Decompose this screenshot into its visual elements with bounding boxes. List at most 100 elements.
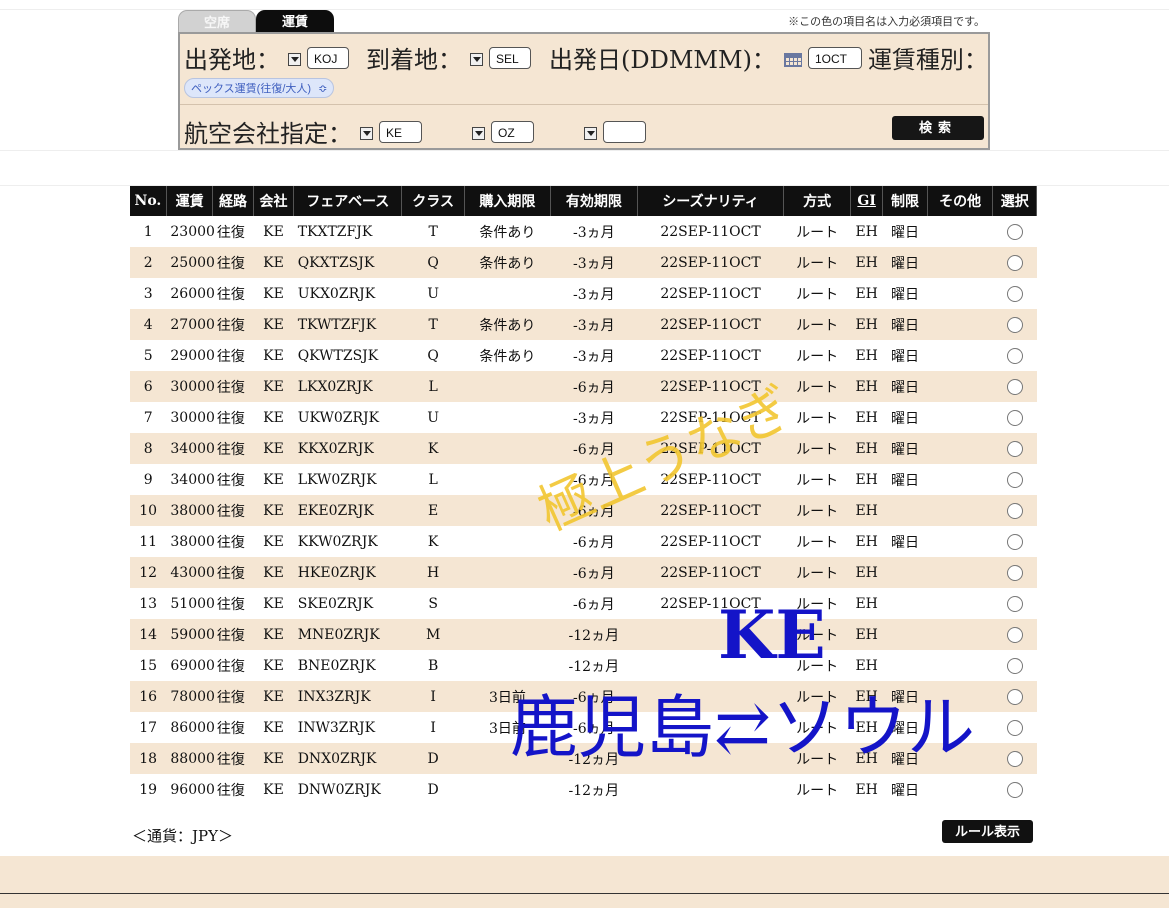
- cell-gi: EH: [850, 216, 883, 247]
- cell-carrier: KE: [253, 340, 294, 371]
- select-radio[interactable]: [1006, 471, 1023, 488]
- cell-route: 往復: [212, 743, 254, 774]
- cell-other: [927, 309, 993, 340]
- header-no: No.: [130, 186, 167, 216]
- select-radio[interactable]: [1006, 719, 1023, 736]
- dest-dropdown-icon[interactable]: [470, 53, 483, 66]
- cell-fare-basis: INW3ZRJK: [293, 712, 402, 743]
- cell-fare-basis: DNX0ZRJK: [293, 743, 402, 774]
- cell-fare-basis: MNE0ZRJK: [293, 619, 402, 650]
- airline1-dropdown-icon[interactable]: [360, 127, 373, 140]
- cell-restriction: 曜日: [882, 340, 928, 371]
- cell-no: 3: [130, 278, 167, 309]
- cell-validity: -3ヵ月: [550, 309, 638, 340]
- cell-purchase-deadline: [464, 402, 551, 433]
- cell-restriction: 曜日: [882, 526, 928, 557]
- cell-other: [927, 247, 993, 278]
- select-radio[interactable]: [1006, 378, 1023, 395]
- cell-fare: 38000: [166, 495, 215, 526]
- cell-carrier: KE: [253, 712, 294, 743]
- select-radio[interactable]: [1006, 502, 1023, 519]
- cell-gi: EH: [850, 433, 883, 464]
- table-row: 6 30000 往復 KE LKX0ZRJK L -6ヵ月 22SEP-11OCT ルート EH 曜…: [130, 371, 1037, 402]
- date-label: 出発日(DDMMM)：: [549, 46, 776, 74]
- cell-select: [992, 495, 1037, 526]
- cell-class: B: [401, 650, 465, 681]
- fare-type-select[interactable]: ペックス運賃(往復/大人) ≎: [184, 78, 335, 98]
- cell-carrier: KE: [253, 371, 294, 402]
- cell-other: [927, 278, 993, 309]
- header-fare-basis: フェアベース: [293, 186, 403, 216]
- airline1-input[interactable]: KE: [379, 120, 422, 143]
- date-input[interactable]: 1OCT: [807, 46, 862, 69]
- cell-other: [927, 619, 993, 650]
- cell-other: [927, 464, 993, 495]
- origin-input[interactable]: KOJ: [307, 46, 349, 69]
- select-radio[interactable]: [1006, 347, 1023, 364]
- cell-select: [992, 247, 1037, 278]
- table-row: 3 26000 往復 KE UKX0ZRJK U -3ヵ月 22SEP-11OCT ルート EH 曜…: [130, 278, 1037, 309]
- cell-method: ルート: [783, 340, 851, 371]
- dest-input[interactable]: SEL: [489, 46, 531, 69]
- table-row: 2 25000 往復 KE QKXTZSJK Q 条件あり -3ヵ月 22SEP-11OCT ルー…: [130, 247, 1037, 278]
- cell-gi: EH: [850, 588, 883, 619]
- cell-validity: -3ヵ月: [550, 340, 638, 371]
- select-radio[interactable]: [1006, 750, 1023, 767]
- select-radio[interactable]: [1006, 564, 1023, 581]
- cell-route: 往復: [212, 340, 254, 371]
- select-radio[interactable]: [1006, 254, 1023, 271]
- header-carrier: 会社: [253, 186, 295, 216]
- footer-band: [0, 856, 1169, 908]
- airline2-dropdown-icon[interactable]: [472, 127, 485, 140]
- search-panel: 出発地： KOJ 到着地： SEL 出発日(DDMMM)： 1OCT 運賃種別：…: [178, 32, 990, 150]
- tab-fares[interactable]: 運賃: [256, 10, 334, 33]
- select-radio[interactable]: [1006, 626, 1023, 643]
- select-radio[interactable]: [1006, 781, 1023, 798]
- cell-select: [992, 619, 1037, 650]
- select-radio[interactable]: [1006, 316, 1023, 333]
- cell-carrier: KE: [253, 309, 294, 340]
- cell-method: ルート: [783, 557, 851, 588]
- airline3-input[interactable]: [603, 120, 646, 143]
- cell-carrier: KE: [253, 774, 294, 805]
- cell-carrier: KE: [253, 278, 294, 309]
- cell-purchase-deadline: [464, 278, 551, 309]
- cell-fare-basis: HKE0ZRJK: [293, 557, 402, 588]
- rule-display-button[interactable]: ルール表示: [942, 820, 1033, 843]
- cell-route: 往復: [212, 278, 254, 309]
- search-button[interactable]: 検索: [892, 116, 984, 140]
- airline2-input[interactable]: OZ: [491, 120, 534, 143]
- cell-fare: 34000: [166, 464, 215, 495]
- select-radio[interactable]: [1006, 223, 1023, 240]
- select-radio[interactable]: [1006, 440, 1023, 457]
- cell-no: 7: [130, 402, 167, 433]
- cell-restriction: 曜日: [882, 402, 928, 433]
- header-other: その他: [927, 186, 994, 216]
- airline3-dropdown-icon[interactable]: [584, 127, 597, 140]
- cell-select: [992, 216, 1037, 247]
- origin-dropdown-icon[interactable]: [288, 53, 301, 66]
- cell-class: S: [401, 588, 465, 619]
- cell-seasonality: 22SEP-11OCT: [637, 247, 784, 278]
- header-gi[interactable]: GI: [850, 186, 884, 216]
- select-radio[interactable]: [1006, 285, 1023, 302]
- cell-method: ルート: [783, 495, 851, 526]
- cell-select: [992, 340, 1037, 371]
- select-radio[interactable]: [1006, 409, 1023, 426]
- select-radio[interactable]: [1006, 688, 1023, 705]
- cell-validity: -12ヵ月: [550, 619, 638, 650]
- cell-fare: 27000: [166, 309, 215, 340]
- calendar-icon[interactable]: [783, 52, 802, 67]
- select-radio[interactable]: [1006, 533, 1023, 550]
- cell-fare-basis: LKX0ZRJK: [293, 371, 402, 402]
- cell-select: [992, 402, 1037, 433]
- select-radio[interactable]: [1006, 595, 1023, 612]
- tab-availability[interactable]: 空席: [178, 10, 256, 33]
- header-seasonality: シーズナリティ: [637, 186, 785, 216]
- cell-purchase-deadline: [464, 588, 551, 619]
- select-radio[interactable]: [1006, 657, 1023, 674]
- cell-route: 往復: [212, 216, 254, 247]
- cell-route: 往復: [212, 619, 254, 650]
- cell-gi: EH: [850, 371, 883, 402]
- cell-select: [992, 650, 1037, 681]
